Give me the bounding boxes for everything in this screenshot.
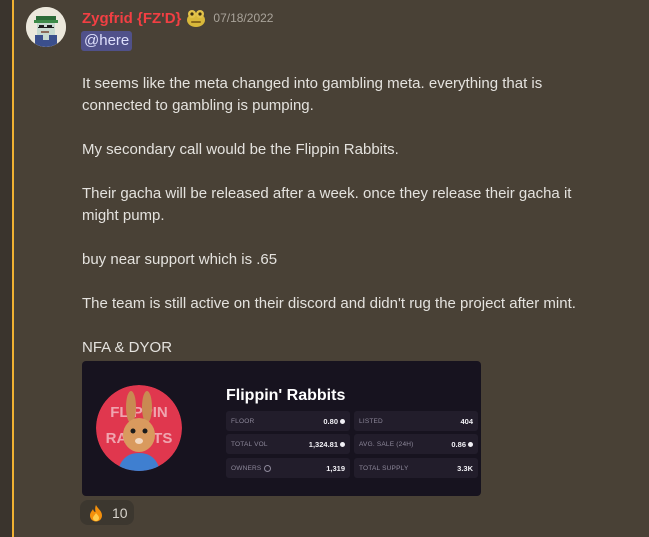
left-gutter (0, 0, 12, 537)
stat-value-wrap: 1,324.81 (309, 440, 345, 449)
message-line: connected to gambling is pumping. (82, 97, 314, 114)
message-line: buy near support which is .65 (82, 251, 278, 268)
stat-avg-sale: AVG. SALE (24h) 0.86 (354, 434, 478, 454)
stat-label: OWNERS (231, 464, 262, 472)
message-line: NFA & DYOR (82, 339, 173, 356)
embed-image-card[interactable]: FLIPPIN RABBITS Flippin' Rabbits FLOOR 0… (82, 361, 481, 496)
message-line: It seems like the meta changed into gamb… (82, 75, 543, 92)
eth-icon (340, 441, 345, 447)
pepe-badge-icon[interactable] (185, 8, 207, 28)
stat-label: TOTAL VOL (231, 440, 268, 448)
stat-total-vol: TOTAL VOL 1,324.81 (226, 434, 350, 454)
eth-icon (468, 441, 473, 447)
stat-label: AVG. SALE (24h) (359, 440, 414, 448)
here-mention[interactable]: @here (81, 31, 133, 51)
stat-label-wrap: OWNERS (231, 464, 272, 472)
stat-value: 404 (460, 416, 473, 426)
author-name[interactable]: Zygfrid {FZ'D} (82, 10, 181, 27)
stat-value: 1,324.81 (308, 439, 338, 449)
message-line: Their gacha will be released after a wee… (82, 185, 572, 202)
stat-owners: OWNERS 1,319 (226, 458, 350, 478)
stat-label: FLOOR (231, 417, 255, 425)
stat-value-wrap: 0.86 (451, 440, 473, 449)
message-timestamp: 07/18/2022 (213, 11, 274, 25)
reaction-count: 10 (112, 504, 128, 521)
stat-floor: FLOOR 0.80 (226, 411, 350, 431)
card-title: Flippin' Rabbits (226, 387, 346, 404)
fire-icon (90, 504, 102, 521)
author-avatar[interactable] (26, 7, 66, 47)
stat-label: LISTED (359, 417, 383, 425)
message-line: The team is still active on their discor… (82, 295, 576, 312)
message-line: My secondary call would be the Flippin R… (82, 141, 399, 158)
info-icon (264, 464, 272, 472)
stat-value: 1,319 (326, 463, 345, 473)
fire-reaction-button[interactable]: 10 (80, 500, 134, 525)
pixel-art-avatar-icon (26, 7, 66, 47)
message-line: might pump. (82, 207, 165, 224)
eth-icon (340, 418, 345, 424)
stat-value-wrap: 0.80 (323, 417, 345, 426)
stat-label: TOTAL SUPPLY (359, 464, 409, 472)
flippin-rabbits-logo-icon: FLIPPIN RABBITS (96, 385, 182, 471)
stat-value: 0.80 (323, 416, 338, 426)
mention-highlight-bar (12, 0, 14, 537)
message-header: Zygfrid {FZ'D} 07/18/2022 (82, 8, 273, 28)
stat-total-supply: TOTAL SUPPLY 3.3K (354, 458, 478, 478)
stat-value: 3.3K (457, 463, 473, 473)
stat-listed: LISTED 404 (354, 411, 478, 431)
stat-value: 0.86 (451, 439, 466, 449)
